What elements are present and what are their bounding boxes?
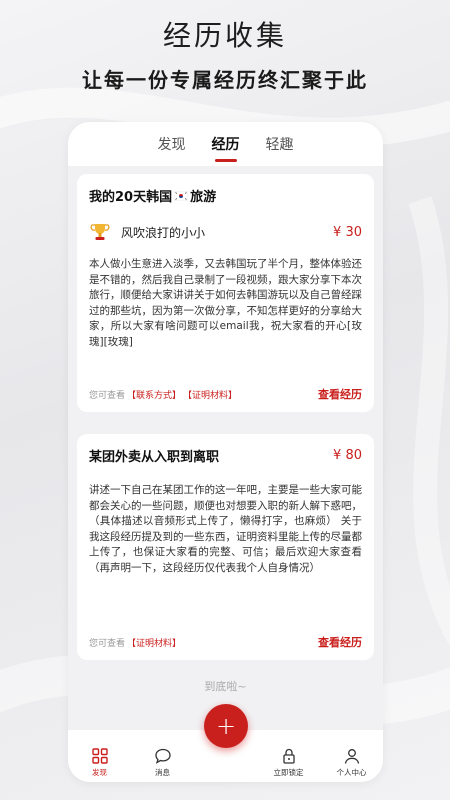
lock-icon xyxy=(282,748,295,764)
grid-icon xyxy=(91,748,108,764)
end-of-list-text: 到底啦~ xyxy=(204,680,247,693)
card-title: 我的20天韩国 旅游 xyxy=(89,186,362,205)
tag-proof-material: 【证明材料】 xyxy=(127,638,182,649)
card-title-prefix: 我的20天韩国 xyxy=(89,190,173,205)
nav-label: 立即锁定 xyxy=(273,768,304,777)
user-icon xyxy=(344,749,359,764)
view-experience-button[interactable]: 查看经历 xyxy=(318,386,362,402)
author-row: 风吹浪打的小小 ¥ 30 xyxy=(89,221,362,243)
footer-hint: 您可查看 xyxy=(89,390,126,401)
card-title-row: 某团外卖从入职到离职 ¥ 80 xyxy=(89,446,362,465)
card-description: 本人做小生意进入淡季，又去韩国玩了半个月，整体体验还是不错的，然后我自己录制了一… xyxy=(89,258,362,348)
card-description: 讲述一下自己在某团工作的这一年吧，主要是一些大家可能都会关心的一些问题，顺便也对… xyxy=(89,484,362,574)
price-label: ¥ 30 xyxy=(333,224,362,240)
view-experience-button[interactable]: 查看经历 xyxy=(318,634,362,650)
hero-title: 经历收集 xyxy=(162,19,287,52)
tag-proof-material: 【证明材料】 xyxy=(183,390,238,401)
card-footer: 您可查看 【证明材料】 查看经历 xyxy=(89,634,362,650)
nav-label: 发现 xyxy=(92,768,107,777)
tab-discover[interactable]: 发现 xyxy=(158,134,186,158)
footer-hint: 您可查看 xyxy=(89,638,126,649)
chat-bubble-icon xyxy=(154,748,171,764)
tab-light-fun[interactable]: 轻趣 xyxy=(266,134,294,158)
nav-item-messages[interactable]: 消息 xyxy=(131,747,194,778)
nav-item-profile[interactable]: 个人中心 xyxy=(320,747,383,778)
trophy-icon xyxy=(90,224,110,240)
author-name[interactable]: 风吹浪打的小小 xyxy=(121,224,205,241)
nav-label: 消息 xyxy=(155,768,170,777)
nav-item-discover[interactable]: 发现 xyxy=(68,747,131,778)
hero-subtitle: 让每一份专属经历终汇聚于此 xyxy=(82,68,368,92)
card-title: 某团外卖从入职到离职 xyxy=(89,450,220,465)
south-korea-flag-icon xyxy=(174,190,189,201)
plus-icon: + xyxy=(215,712,237,740)
top-tabs: 发现 经历 轻趣 xyxy=(68,122,383,166)
nav-label: 个人中心 xyxy=(336,768,367,777)
add-experience-button[interactable]: + xyxy=(204,704,248,748)
nav-item-lock-now[interactable]: 立即锁定 xyxy=(257,747,320,778)
card-title-suffix: 旅游 xyxy=(190,190,217,205)
card-footer: 您可查看 【联系方式】 【证明材料】 查看经历 xyxy=(89,386,362,402)
tab-experience[interactable]: 经历 xyxy=(212,134,240,158)
price-label: ¥ 80 xyxy=(333,448,362,463)
app-screen: 发现 经历 轻趣 我的20天韩国 旅游 风吹浪打的小小 ¥ 30 本人做小生意进… xyxy=(68,122,383,782)
experience-card[interactable]: 某团外卖从入职到离职 ¥ 80 讲述一下自己在某团工作的这一年吧，主要是一些大家… xyxy=(77,434,374,660)
experience-card[interactable]: 我的20天韩国 旅游 风吹浪打的小小 ¥ 30 本人做小生意进入淡季，又去韩国玩… xyxy=(77,174,374,412)
tag-contact-info: 【联系方式】 xyxy=(127,390,182,401)
